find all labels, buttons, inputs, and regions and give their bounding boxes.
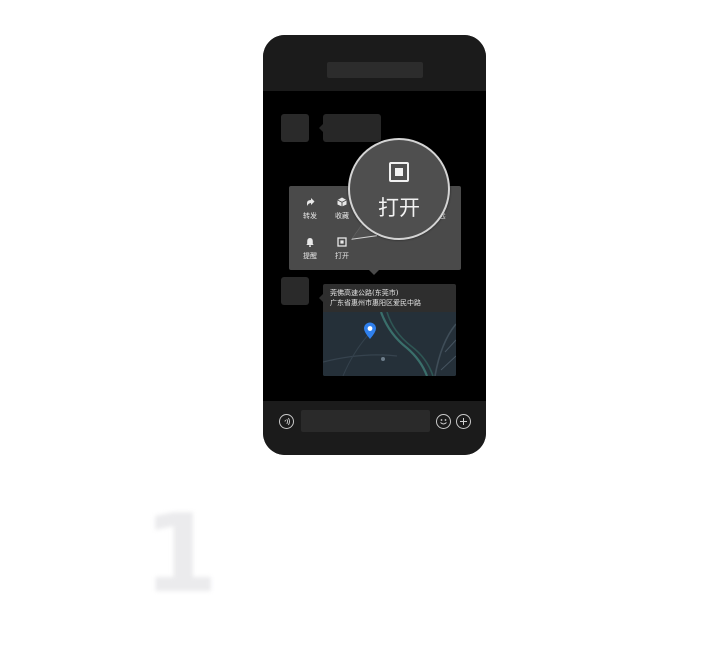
- menu-item-remind[interactable]: 提醒: [295, 237, 325, 261]
- avatar[interactable]: [281, 114, 309, 142]
- share-arrow-icon: [295, 197, 325, 209]
- chat-input-bar: [263, 401, 486, 455]
- chat-title-placeholder: [327, 62, 423, 78]
- menu-item-forward[interactable]: 转发: [295, 197, 325, 221]
- open-square-icon: [389, 162, 409, 182]
- map-pin-icon: [363, 322, 377, 340]
- magnifier-label: 打开: [378, 196, 420, 220]
- menu-item-label: 提醒: [303, 252, 317, 260]
- location-message-card[interactable]: 莞佛高速公路(东莞市) 广东省惠州市惠阳区爱民中路: [323, 284, 456, 376]
- menu-item-label: 转发: [303, 212, 317, 220]
- message-input[interactable]: [301, 410, 430, 432]
- avatar[interactable]: [281, 277, 309, 305]
- add-circle-icon[interactable]: [456, 414, 471, 429]
- chat-header: [263, 35, 486, 91]
- location-map: [323, 311, 456, 376]
- message-bubble[interactable]: [323, 114, 381, 142]
- location-name: 莞佛高速公路(东莞市): [330, 289, 399, 297]
- step-number: 1: [143, 492, 219, 617]
- location-address: 广东省惠州市惠阳区爱民中路: [330, 299, 421, 307]
- voice-icon[interactable]: [279, 414, 294, 429]
- magnifier-callout: 打开: [348, 138, 450, 240]
- phone-screen: 转发 收藏 选 提醒 打开 打开: [263, 35, 486, 455]
- emoji-icon[interactable]: [436, 414, 451, 429]
- menu-item-label: 打开: [335, 252, 349, 260]
- remind-bell-icon: [295, 237, 325, 249]
- menu-item-open[interactable]: 打开: [327, 237, 357, 261]
- open-square-icon: [327, 237, 357, 249]
- menu-caret: [369, 270, 379, 275]
